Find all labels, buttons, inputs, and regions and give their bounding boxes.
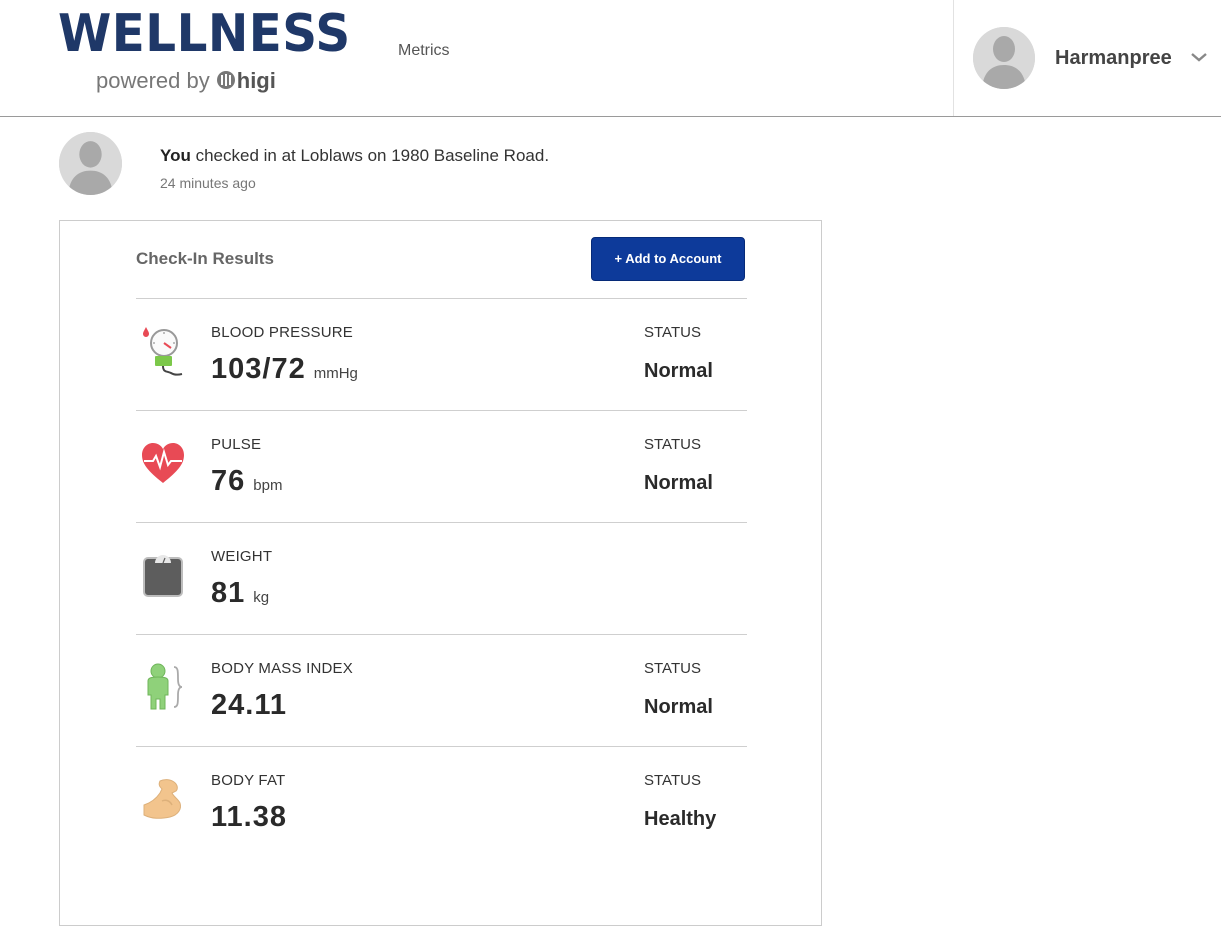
nav-metrics-link[interactable]: Metrics <box>398 42 450 60</box>
user-name[interactable]: Harmanpree <box>1055 47 1172 70</box>
result-row-weight: WEIGHT 81 kg <box>136 522 747 634</box>
chevron-down-icon[interactable] <box>1190 50 1208 64</box>
default-avatar-icon <box>973 27 1035 89</box>
metric-number: 81 <box>211 577 246 609</box>
checkin-message: You checked in at Loblaws on 1980 Baseli… <box>160 146 549 166</box>
metric-unit: bpm <box>253 477 283 494</box>
top-header: WELLNESS powered by higi Metrics Harmanpr… <box>0 0 1221 117</box>
body-figure-icon <box>147 663 183 710</box>
metric-number: 103/72 <box>211 353 306 385</box>
metric-unit: kg <box>253 589 270 606</box>
wellness-logo[interactable]: WELLNESS powered by higi <box>58 6 350 98</box>
card-title: Check-In Results <box>136 249 274 268</box>
results-list: BLOOD PRESSURE 103/72 mmHg STATUS Normal … <box>136 298 747 858</box>
default-avatar-icon <box>59 132 122 195</box>
flexed-arm-icon <box>143 779 181 819</box>
checkin-subject: You <box>160 146 191 165</box>
metric-number: 24.11 <box>211 689 287 721</box>
blood-pressure-icon <box>143 327 183 376</box>
metric-value: 81 kg <box>211 577 269 610</box>
metric-number: 11.38 <box>211 801 287 833</box>
heart-pulse-icon <box>142 443 184 483</box>
checkin-location-text: checked in at Loblaws on 1980 Baseline R… <box>190 146 550 165</box>
status-label: STATUS <box>644 436 701 453</box>
user-avatar[interactable] <box>973 27 1035 89</box>
status-value: Healthy <box>644 808 717 830</box>
logo-powered-by: powered by higi <box>96 69 276 93</box>
metric-value: 76 bpm <box>211 465 282 498</box>
powered-by-text: powered by <box>96 68 210 93</box>
metric-value: 24.11 <box>211 689 295 722</box>
metric-value: 103/72 mmHg <box>211 353 358 386</box>
status-value: Normal <box>644 360 713 382</box>
result-row-body-fat: BODY FAT 11.38 STATUS Healthy <box>136 746 747 858</box>
checkin-timestamp: 24 minutes ago <box>160 175 256 191</box>
result-row-blood-pressure: BLOOD PRESSURE 103/72 mmHg STATUS Normal <box>136 298 747 410</box>
metric-number: 76 <box>211 465 246 497</box>
result-row-bmi: BODY MASS INDEX 24.11 STATUS Normal <box>136 634 747 746</box>
metric-label: WEIGHT <box>211 548 273 565</box>
higi-logo-icon <box>216 71 235 89</box>
higi-brand-text: higi <box>236 68 276 93</box>
metric-label: BODY FAT <box>211 772 286 789</box>
metric-value: 11.38 <box>211 801 295 834</box>
scale-icon <box>143 555 183 597</box>
checkin-avatar <box>59 132 122 195</box>
result-row-pulse: PULSE 76 bpm STATUS Normal <box>136 410 747 522</box>
metric-unit: mmHg <box>313 365 358 382</box>
status-value: Normal <box>644 472 713 494</box>
checkin-results-card: Check-In Results + Add to Account BLOOD … <box>59 220 822 926</box>
metric-label: BLOOD PRESSURE <box>211 324 354 341</box>
status-value: Normal <box>644 696 713 718</box>
status-label: STATUS <box>644 324 701 341</box>
logo-title: WELLNESS <box>58 4 351 64</box>
metric-label: PULSE <box>211 436 262 453</box>
metric-label: BODY MASS INDEX <box>211 660 353 677</box>
status-label: STATUS <box>644 660 701 677</box>
status-label: STATUS <box>644 772 701 789</box>
add-to-account-button[interactable]: + Add to Account <box>591 237 745 281</box>
user-menu[interactable]: Harmanpree <box>953 0 1221 116</box>
